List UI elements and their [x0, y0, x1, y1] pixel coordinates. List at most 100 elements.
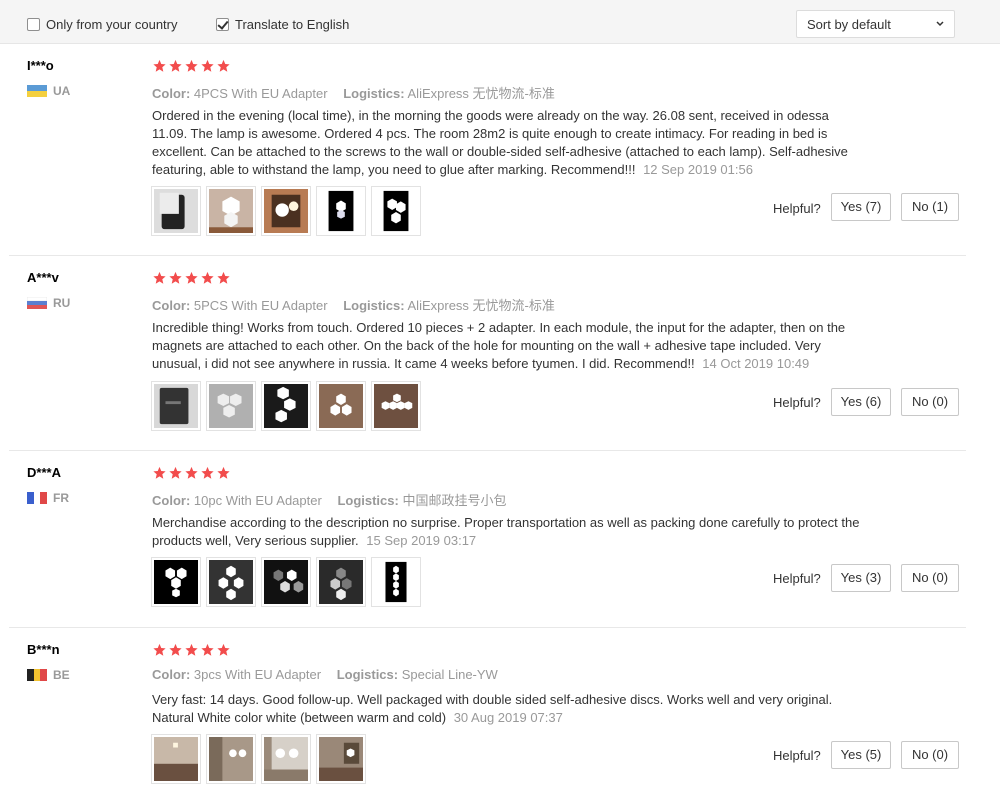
reviewer-name: D***A [27, 465, 61, 480]
review-photo-thumbnail[interactable] [316, 557, 366, 607]
logistics-value: AliExpress 无忧物流-标准 [407, 86, 555, 101]
translate-to-english-checkbox[interactable]: Translate to English [216, 16, 349, 32]
country-code: UA [53, 84, 71, 98]
country-code: RU [53, 296, 71, 310]
review-photo-thumbnail[interactable] [151, 186, 201, 236]
helpful-yes-button[interactable]: Yes (7) [831, 193, 891, 221]
review-meta: Color: 5PCS With EU Adapter Logistics: A… [152, 295, 567, 314]
russia-flag-icon [27, 297, 47, 309]
review-date: 30 Aug 2019 07:37 [453, 710, 563, 725]
country-code: FR [53, 491, 69, 505]
chevron-down-icon [936, 21, 944, 27]
review-photos [151, 557, 426, 607]
reviewer-country: BE [27, 668, 70, 682]
review-photo-thumbnail[interactable] [261, 557, 311, 607]
review-meta: Color: 4PCS With EU Adapter Logistics: A… [152, 83, 567, 102]
color-key: Color: [152, 667, 191, 682]
review-text: Merchandise according to the description… [152, 515, 860, 548]
review-photo-thumbnail[interactable] [371, 186, 421, 236]
review-photo-thumbnail[interactable] [151, 381, 201, 431]
star-icon [153, 466, 166, 479]
review-photo-thumbnail[interactable] [261, 734, 311, 784]
review-photo-thumbnail[interactable] [371, 381, 421, 431]
review-photo-thumbnail[interactable] [316, 734, 366, 784]
france-flag-icon [27, 492, 47, 504]
reviewer-name: B***n [27, 642, 60, 657]
review-photo-thumbnail[interactable] [151, 557, 201, 607]
logistics-key: Logistics: [343, 298, 405, 313]
review-photos [151, 381, 426, 431]
review-date: 12 Sep 2019 01:56 [643, 162, 753, 177]
helpful-label: Helpful? [773, 748, 821, 763]
star-icon [201, 643, 214, 656]
helpful-no-button[interactable]: No (0) [901, 741, 959, 769]
review-meta: Color: 10pc With EU Adapter Logistics: 中… [152, 490, 518, 509]
star-icon [201, 466, 214, 479]
review-photo-thumbnail[interactable] [206, 734, 256, 784]
color-key: Color: [152, 298, 191, 313]
review-date: 14 Oct 2019 10:49 [702, 356, 810, 371]
review-photos [151, 734, 371, 784]
star-icon [185, 271, 198, 284]
review-body: Very fast: 14 days. Good follow-up. Well… [152, 691, 864, 727]
logistics-key: Logistics: [337, 493, 399, 508]
review-photo-thumbnail[interactable] [316, 186, 366, 236]
star-icon [217, 643, 230, 656]
country-code: BE [53, 668, 70, 682]
helpful-yes-button[interactable]: Yes (5) [831, 741, 891, 769]
review-item: B***n BE Color: 3pcs With EU Adapter Log… [9, 642, 966, 786]
star-icon [201, 59, 214, 72]
helpful-yes-button[interactable]: Yes (6) [831, 388, 891, 416]
helpful-no-button[interactable]: No (0) [901, 388, 959, 416]
star-rating [152, 59, 232, 73]
helpful-label: Helpful? [773, 201, 821, 216]
star-icon [169, 59, 182, 72]
helpful-no-button[interactable]: No (1) [901, 193, 959, 221]
color-value: 3pcs With EU Adapter [193, 667, 322, 682]
logistics-key: Logistics: [343, 86, 405, 101]
review-item: I***o UA Color: 4PCS With EU Adapter Log… [9, 58, 966, 256]
logistics-value: 中国邮政挂号小包 [402, 493, 507, 508]
star-rating [152, 466, 232, 480]
review-body: Incredible thing! Works from touch. Orde… [152, 319, 864, 373]
review-photo-thumbnail[interactable] [206, 186, 256, 236]
star-rating [152, 643, 232, 657]
review-photo-thumbnail[interactable] [151, 734, 201, 784]
sort-dropdown[interactable]: Sort by default [796, 10, 955, 38]
helpful-label: Helpful? [773, 395, 821, 410]
star-icon [185, 466, 198, 479]
checkbox-unchecked[interactable] [27, 17, 40, 31]
star-icon [153, 271, 166, 284]
review-photo-thumbnail[interactable] [316, 381, 366, 431]
reviewer-country: RU [27, 296, 70, 310]
review-item: D***A FR Color: 10pc With EU Adapter Log… [9, 465, 966, 628]
star-rating [152, 271, 232, 285]
review-meta: Color: 3pcs With EU Adapter Logistics: S… [152, 667, 510, 682]
review-body: Merchandise according to the description… [152, 514, 864, 550]
only-from-country-checkbox[interactable]: Only from your country [27, 16, 178, 32]
review-photo-thumbnail[interactable] [371, 557, 421, 607]
belgium-flag-icon [27, 669, 47, 681]
star-icon [217, 466, 230, 479]
review-body: Ordered in the evening (local time), in … [152, 107, 864, 179]
star-icon [217, 271, 230, 284]
color-value: 5PCS With EU Adapter [193, 298, 328, 313]
review-item: A***v RU Color: 5PCS With EU Adapter Log… [9, 270, 966, 451]
helpful-no-button[interactable]: No (0) [901, 564, 959, 592]
color-value: 10pc With EU Adapter [193, 493, 322, 508]
translate-to-english-label: Translate to English [235, 16, 350, 32]
review-filter-bar: Only from your country Translate to Engl… [0, 0, 1000, 44]
star-icon [169, 466, 182, 479]
star-icon [169, 643, 182, 656]
only-from-country-label: Only from your country [46, 16, 178, 32]
review-photo-thumbnail[interactable] [206, 381, 256, 431]
color-value: 4PCS With EU Adapter [193, 86, 328, 101]
helpful-yes-button[interactable]: Yes (3) [831, 564, 891, 592]
logistics-value: AliExpress 无忧物流-标准 [407, 298, 555, 313]
star-icon [185, 59, 198, 72]
review-photo-thumbnail[interactable] [261, 186, 311, 236]
star-icon [201, 271, 214, 284]
review-photo-thumbnail[interactable] [206, 557, 256, 607]
review-photo-thumbnail[interactable] [261, 381, 311, 431]
checkbox-checked[interactable] [216, 17, 229, 31]
